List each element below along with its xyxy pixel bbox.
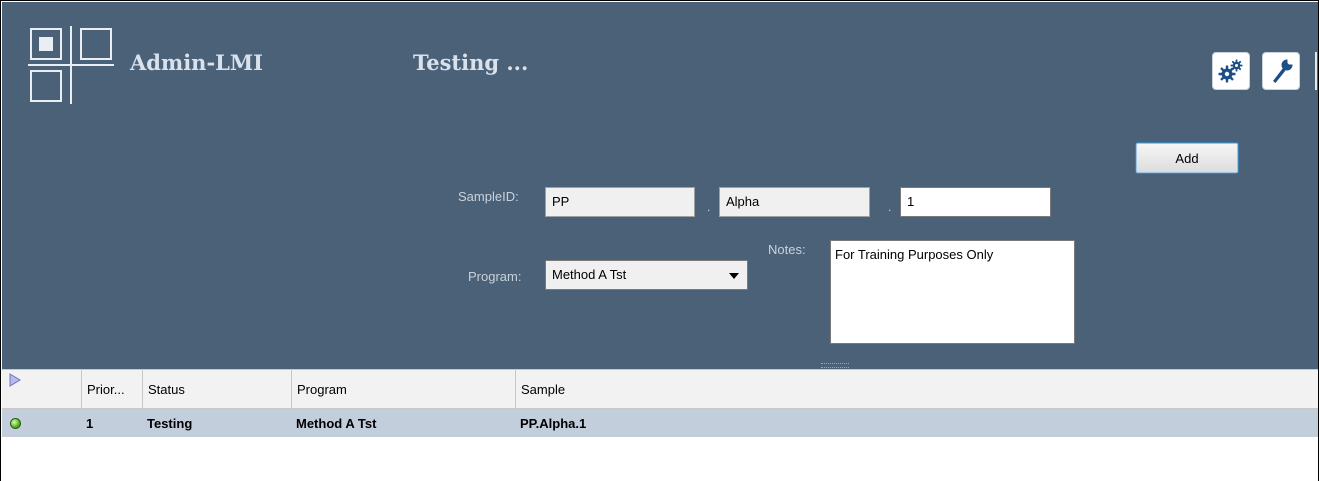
dropdown-arrow-icon — [729, 273, 739, 279]
table-row[interactable]: 1 Testing Method A Tst PP.Alpha.1 — [2, 409, 1318, 437]
grid-header-row: Prior... Status Program Sample — [2, 369, 1318, 409]
green-status-dot-icon — [10, 417, 21, 429]
column-header-program[interactable]: Program — [291, 370, 515, 408]
sample-id-part2-field[interactable]: Alpha — [719, 187, 870, 217]
cell-priority: 1 — [86, 415, 94, 431]
app-window: Admin-LMI Testing ... Add SampleID: PP .… — [0, 0, 1319, 481]
gears-icon — [1218, 59, 1243, 83]
program-dropdown[interactable]: Method A Tst — [545, 260, 748, 290]
job-grid: Prior... Status Program Sample 1 Testing… — [2, 369, 1318, 437]
cell-sample: PP.Alpha.1 — [520, 415, 587, 431]
add-button[interactable]: Add — [1135, 142, 1239, 174]
column-header-priority[interactable]: Prior... — [81, 370, 142, 408]
separator-dot: . — [707, 200, 711, 214]
play-triangle-icon — [9, 373, 21, 387]
row-status-cell — [5, 409, 81, 437]
sample-id-part3-field[interactable]: 1 — [900, 187, 1051, 217]
page-title: Testing ... — [413, 50, 529, 75]
column-header-status[interactable]: Status — [142, 370, 291, 408]
tools-button[interactable] — [1262, 52, 1300, 90]
program-selected-value: Method A Tst — [552, 267, 627, 282]
separator-dot: . — [888, 200, 892, 214]
wrench-icon — [1273, 59, 1293, 83]
sample-id-part1-field[interactable]: PP — [545, 187, 695, 217]
column-header-sample[interactable]: Sample — [515, 370, 1318, 408]
panel-splitter[interactable] — [821, 363, 849, 368]
header-panel: Admin-LMI Testing ... Add SampleID: PP .… — [2, 2, 1318, 369]
cell-program: Method A Tst — [296, 415, 377, 431]
app-title: Admin-LMI — [130, 50, 263, 75]
notes-label: Notes: — [768, 242, 806, 257]
grid-logo-icon — [28, 26, 114, 104]
cell-status: Testing — [147, 415, 193, 431]
toolbar-edge — [1315, 52, 1317, 90]
row-indicator-header[interactable] — [2, 370, 81, 408]
sample-id-label: SampleID: — [458, 189, 519, 204]
program-label: Program: — [468, 269, 522, 284]
settings-button[interactable] — [1212, 52, 1250, 90]
notes-textarea[interactable]: For Training Purposes Only — [830, 240, 1075, 344]
